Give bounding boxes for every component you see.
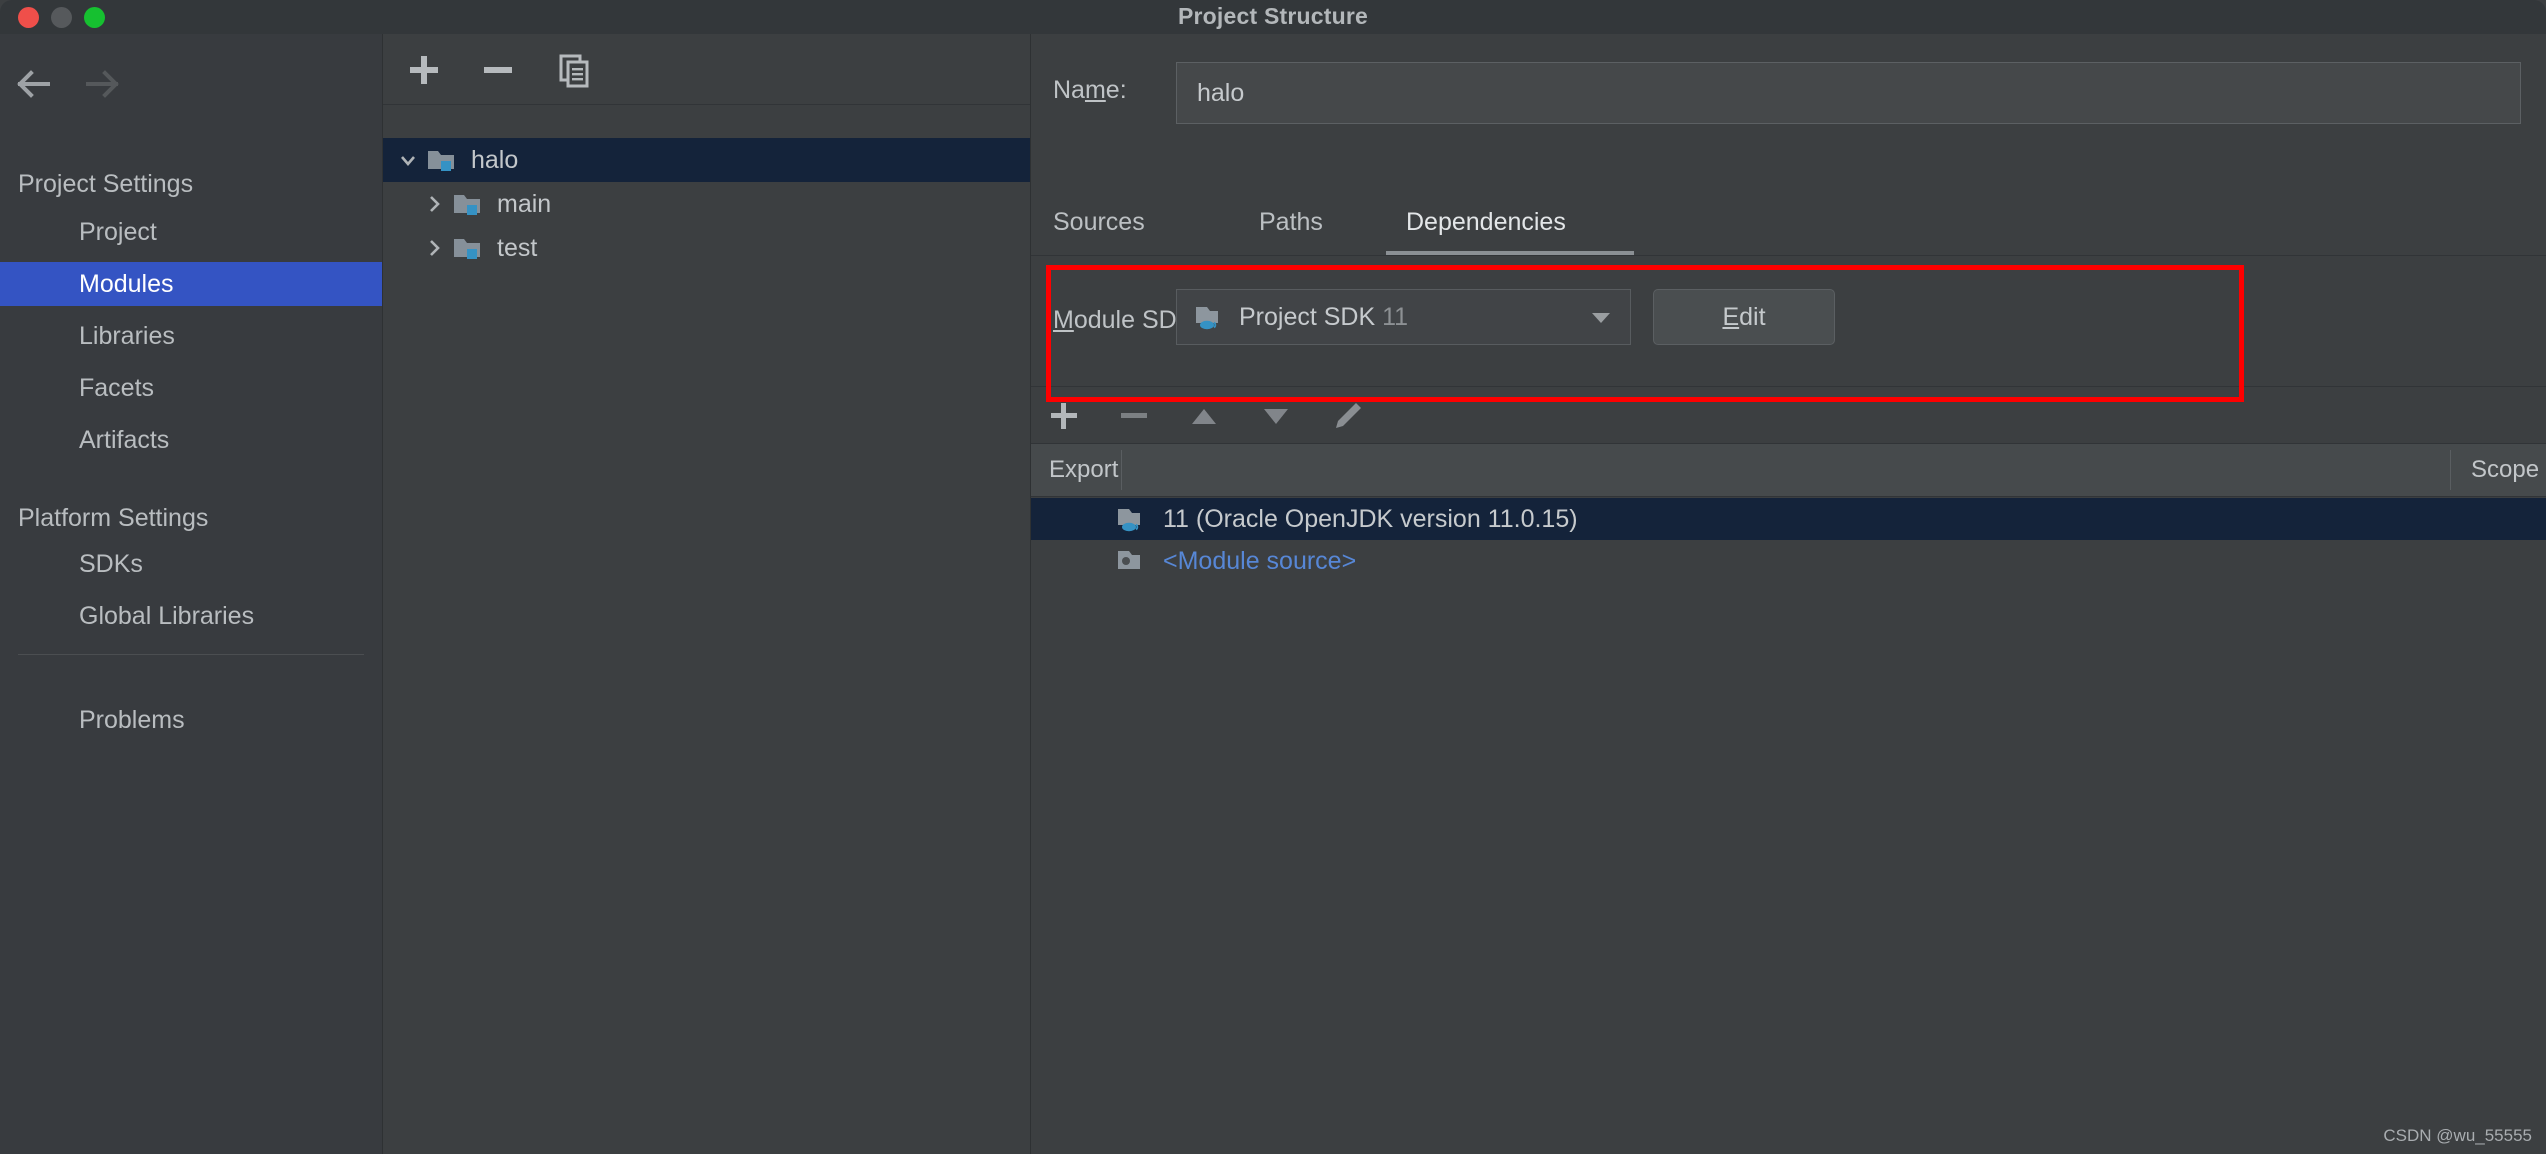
sidebar-item-label: Modules xyxy=(79,270,174,298)
sidebar-item-global-libraries[interactable]: Global Libraries xyxy=(0,594,382,638)
tree-row-halo[interactable]: halo xyxy=(383,138,1030,182)
tab-sources[interactable]: Sources xyxy=(1053,194,1145,254)
tree-row-label: halo xyxy=(471,145,519,174)
module-sdk-row: Module SDK: Project SDK 11 Edit xyxy=(1031,274,2546,384)
tab-label: Paths xyxy=(1259,208,1323,236)
move-up-button[interactable] xyxy=(1185,397,1223,435)
tab-paths[interactable]: Paths xyxy=(1259,194,1323,254)
column-divider[interactable] xyxy=(2450,450,2451,490)
chevron-down-icon[interactable] xyxy=(395,147,421,173)
edit-sdk-button[interactable]: Edit xyxy=(1653,289,1835,345)
project-structure-dialog: Project Structure Project Settings Proje… xyxy=(0,0,2546,1154)
sidebar-item-modules[interactable]: Modules xyxy=(0,262,382,306)
remove-dependency-button[interactable] xyxy=(1115,397,1153,435)
tab-label: Sources xyxy=(1053,208,1145,236)
title-bar: Project Structure xyxy=(0,0,2546,34)
sdk-name: Project SDK xyxy=(1239,302,1376,331)
tree-row-label: test xyxy=(497,233,538,262)
dependency-name: 11 (Oracle OpenJDK version 11.0.15) xyxy=(1163,504,1578,533)
module-detail-panel: Name: Sources Paths Dependencies Module … xyxy=(1031,34,2546,1154)
dependencies-toolbar xyxy=(1031,387,2546,443)
sidebar-item-problems[interactable]: Problems xyxy=(0,698,382,742)
tab-label: Dependencies xyxy=(1406,208,1566,236)
column-divider[interactable] xyxy=(1121,450,1122,490)
dependency-row-jdk[interactable]: 11 (Oracle OpenJDK version 11.0.15) xyxy=(1031,498,2546,540)
module-name-row: Name: xyxy=(1031,62,2546,124)
remove-module-button[interactable] xyxy=(478,50,518,90)
module-source-icon xyxy=(1117,548,1149,574)
sidebar-item-label: Global Libraries xyxy=(79,602,255,630)
tab-dependencies[interactable]: Dependencies xyxy=(1406,194,1566,254)
sidebar-item-artifacts[interactable]: Artifacts xyxy=(0,418,382,462)
sidebar-item-sdks[interactable]: SDKs xyxy=(0,542,382,586)
window-title: Project Structure xyxy=(1177,3,1368,29)
sidebar-item-label: Project xyxy=(79,218,157,246)
tree-row-test[interactable]: test xyxy=(383,226,1030,270)
back-arrow-icon[interactable] xyxy=(8,58,60,110)
tree-row-label: main xyxy=(497,189,552,218)
dependency-name: <Module source> xyxy=(1163,546,1357,575)
module-sdk-value: Project SDK 11 xyxy=(1239,303,1408,332)
tree-row-main[interactable]: main xyxy=(383,182,1030,226)
add-dependency-button[interactable] xyxy=(1045,397,1083,435)
settings-sidebar: Project Settings Project Modules Librari… xyxy=(0,34,383,1154)
navigation-buttons xyxy=(0,58,382,118)
chevron-right-icon[interactable] xyxy=(421,235,447,261)
copy-module-button[interactable] xyxy=(554,50,594,90)
module-tree-toolbar xyxy=(383,34,1030,105)
module-folder-icon xyxy=(453,235,485,261)
chevron-down-icon[interactable] xyxy=(1588,309,1614,325)
tabs-divider xyxy=(1031,255,2546,256)
sidebar-item-label: Artifacts xyxy=(79,426,170,454)
sidebar-item-project[interactable]: Project xyxy=(0,210,382,254)
sidebar-divider xyxy=(18,654,364,655)
edit-sdk-label: Edit xyxy=(1722,302,1766,331)
edit-dependency-button[interactable] xyxy=(1329,397,1367,435)
dependencies-table-header: Export Scope xyxy=(1031,443,2546,497)
sidebar-item-label: SDKs xyxy=(79,550,143,578)
module-name-input[interactable] xyxy=(1176,62,2521,124)
forward-arrow-icon[interactable] xyxy=(76,58,128,110)
chevron-right-icon[interactable] xyxy=(421,191,447,217)
module-tree-panel: halo main test xyxy=(383,34,1031,1154)
jdk-folder-icon xyxy=(1117,506,1149,532)
module-folder-icon xyxy=(427,147,459,173)
move-down-button[interactable] xyxy=(1257,397,1295,435)
sidebar-item-libraries[interactable]: Libraries xyxy=(0,314,382,358)
column-header-export[interactable]: Export xyxy=(1049,444,1118,496)
sidebar-item-facets[interactable]: Facets xyxy=(0,366,382,410)
dependency-row-module-source[interactable]: <Module source> xyxy=(1031,540,2546,582)
sdk-version: 11 xyxy=(1382,302,1409,331)
module-folder-icon xyxy=(453,191,485,217)
jdk-folder-icon xyxy=(1195,304,1227,330)
sidebar-item-label: Facets xyxy=(79,374,155,402)
sidebar-item-label: Problems xyxy=(79,706,185,734)
sidebar-section-project-settings: Project Settings xyxy=(18,170,194,198)
sidebar-section-platform-settings: Platform Settings xyxy=(18,504,209,532)
module-sdk-dropdown[interactable]: Project SDK 11 xyxy=(1176,289,1631,345)
column-header-scope[interactable]: Scope xyxy=(2471,444,2539,496)
sidebar-item-label: Libraries xyxy=(79,322,175,350)
module-name-label: Name: xyxy=(1053,76,1127,104)
watermark-text: CSDN @wu_55555 xyxy=(2383,1126,2532,1145)
add-module-button[interactable] xyxy=(404,50,444,90)
module-tabs: Sources Paths Dependencies xyxy=(1031,194,2546,256)
